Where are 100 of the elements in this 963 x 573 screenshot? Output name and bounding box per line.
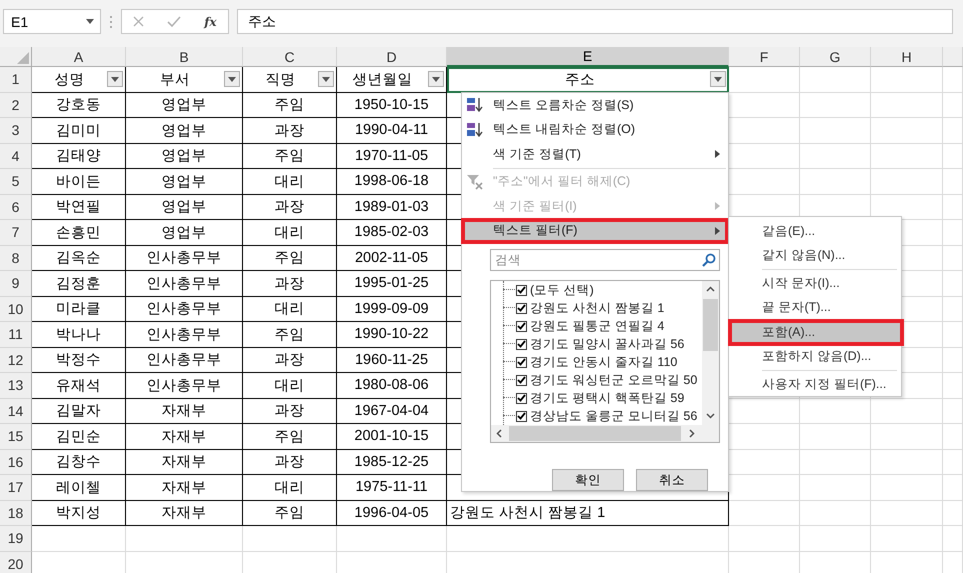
- enter-check-icon[interactable]: [167, 16, 182, 27]
- row-header[interactable]: 15: [0, 424, 32, 450]
- empty-cell: [800, 92, 871, 118]
- empty-cell: [871, 92, 943, 118]
- menu-item[interactable]: 텍스트 내림차순 정렬(O): [462, 118, 728, 142]
- empty-cell: [800, 169, 871, 194]
- checkbox[interactable]: [516, 338, 527, 350]
- dialog-button[interactable]: 확인: [552, 469, 624, 491]
- row-header[interactable]: 2: [0, 92, 32, 118]
- checkbox-label[interactable]: 경기도 안동시 줄자길 110: [530, 354, 678, 370]
- menu-item[interactable]: 포함하지 않음(D)...: [729, 344, 901, 369]
- menu-item[interactable]: 텍스트 오름차순 정렬(S): [462, 93, 728, 118]
- empty-cell: [871, 424, 943, 450]
- checkbox[interactable]: [516, 302, 527, 314]
- row-header[interactable]: 6: [0, 194, 32, 220]
- vertical-scrollbar[interactable]: [702, 281, 719, 425]
- row-header[interactable]: 10: [0, 296, 32, 322]
- column-header[interactable]: D: [337, 47, 447, 67]
- table-cell: 주임: [243, 144, 337, 169]
- table-cell: 김미미: [32, 118, 126, 144]
- filter-button[interactable]: [107, 71, 123, 88]
- column-header[interactable]: E: [447, 47, 729, 67]
- checkbox[interactable]: [516, 320, 527, 332]
- empty-cell: [943, 296, 963, 322]
- sort-descending-icon: [466, 122, 484, 138]
- checkbox-label[interactable]: 경상남도 울릉군 모니터길 56: [530, 408, 698, 424]
- filter-button[interactable]: [428, 71, 444, 88]
- row-header[interactable]: 5: [0, 169, 32, 194]
- row-header[interactable]: 8: [0, 246, 32, 271]
- row-header[interactable]: 12: [0, 348, 32, 373]
- horizontal-scrollbar[interactable]: [491, 425, 719, 442]
- dropdown-caret-icon: [111, 76, 119, 82]
- table-cell: 영업부: [126, 194, 243, 220]
- filter-button[interactable]: [710, 71, 726, 88]
- table-cell: 1960-11-25: [337, 348, 447, 373]
- menu-item[interactable]: 시작 문자(I)...: [729, 271, 901, 296]
- table-cell: 김정훈: [32, 271, 126, 296]
- empty-cell: [943, 500, 963, 526]
- column-header[interactable]: G: [800, 47, 871, 67]
- insert-function-button[interactable]: fx: [204, 14, 217, 28]
- table-cell: 인사총무부: [126, 373, 243, 398]
- table-cell: 박정수: [32, 348, 126, 373]
- filter-button[interactable]: [318, 71, 334, 88]
- menu-item[interactable]: 끝 문자(T)...: [729, 296, 901, 320]
- menu-item[interactable]: 사용자 지정 필터(F)...: [729, 372, 901, 396]
- checkbox[interactable]: [516, 284, 527, 296]
- empty-cell: [871, 169, 943, 194]
- filter-button[interactable]: [224, 71, 240, 88]
- row-header[interactable]: 14: [0, 398, 32, 424]
- menu-item[interactable]: 색 기준 정렬(T): [462, 142, 728, 166]
- row-header[interactable]: 19: [0, 526, 32, 552]
- dialog-button[interactable]: 취소: [636, 469, 708, 491]
- row-header[interactable]: 4: [0, 144, 32, 169]
- checkbox-label[interactable]: (모두 선택): [530, 282, 594, 298]
- menu-item[interactable]: 포함(A)...: [729, 320, 903, 344]
- checkbox-label[interactable]: 경기도 평택시 핵폭탄길 59: [530, 390, 684, 406]
- column-header[interactable]: A: [32, 47, 126, 67]
- column-header[interactable]: F: [729, 47, 800, 67]
- table-cell: 박나나: [32, 322, 126, 348]
- empty-cell: [800, 500, 871, 526]
- row-header[interactable]: 1: [0, 67, 32, 92]
- row-header[interactable]: 9: [0, 271, 32, 296]
- menu-item[interactable]: 같지 않음(N)...: [729, 244, 901, 268]
- row-header[interactable]: 16: [0, 450, 32, 475]
- checkbox[interactable]: [516, 356, 527, 368]
- checkbox-label[interactable]: 강원도 사천시 짬봉길 1: [530, 300, 664, 316]
- table-cell: 1995-01-25: [337, 271, 447, 296]
- menu-item[interactable]: 같음(E)...: [729, 219, 901, 244]
- menu-item[interactable]: 텍스트 필터(F): [462, 218, 728, 243]
- row-header[interactable]: 18: [0, 500, 32, 526]
- column-header[interactable]: C: [243, 47, 337, 67]
- checkbox[interactable]: [516, 392, 527, 404]
- row-header[interactable]: 13: [0, 373, 32, 398]
- drag-handle-icon[interactable]: [109, 14, 113, 28]
- empty-cell: [800, 144, 871, 169]
- row-header[interactable]: 20: [0, 552, 32, 573]
- table-cell: 자재부: [126, 475, 243, 500]
- column-header[interactable]: H: [871, 47, 943, 67]
- name-box[interactable]: E1: [3, 9, 101, 34]
- checkbox-label[interactable]: 강원도 필통군 연필길 4: [530, 318, 664, 334]
- search-field[interactable]: 검색: [490, 249, 720, 271]
- checkbox-label[interactable]: 경기도 밀양시 꿀사과길 56: [530, 336, 684, 352]
- empty-cell: [943, 118, 963, 144]
- row-header[interactable]: 3: [0, 118, 32, 144]
- column-header[interactable]: B: [126, 47, 243, 67]
- row-header[interactable]: 17: [0, 475, 32, 500]
- table-cell: 1975-11-11: [337, 475, 447, 500]
- empty-cell: [800, 398, 871, 424]
- dropdown-caret-icon: [322, 76, 330, 82]
- formula-field[interactable]: 주소: [237, 9, 953, 34]
- table-cell: 인사총무부: [126, 348, 243, 373]
- row-header[interactable]: 7: [0, 220, 32, 246]
- table-cell: 주임: [243, 246, 337, 271]
- checkbox[interactable]: [516, 374, 527, 386]
- row-header[interactable]: 11: [0, 322, 32, 348]
- table-cell: 1990-10-22: [337, 322, 447, 348]
- header-label: 주소: [564, 70, 596, 89]
- checkbox-label[interactable]: 경기도 워싱턴군 오르막길 50: [530, 372, 698, 388]
- table-cell: 자재부: [126, 424, 243, 450]
- checkbox[interactable]: [516, 410, 527, 422]
